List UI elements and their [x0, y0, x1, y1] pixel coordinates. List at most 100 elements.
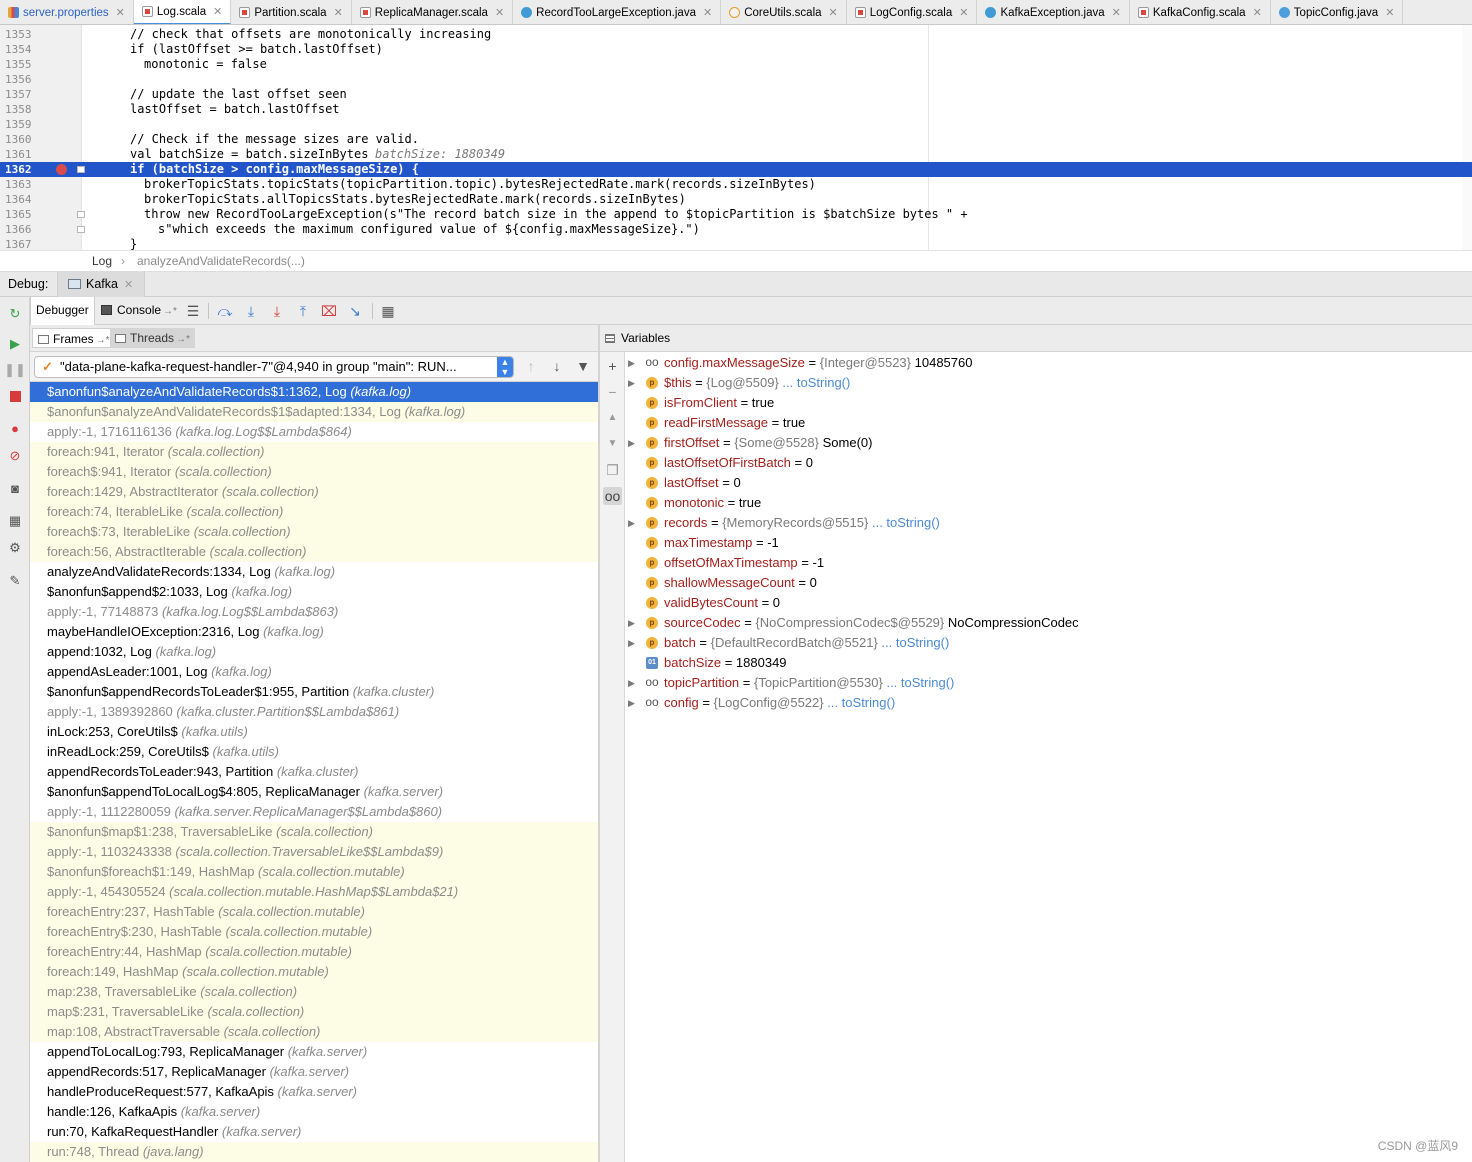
stack-frame[interactable]: $anonfun$appendToLocalLog$4:805, Replica… [30, 782, 600, 802]
code-text[interactable]: // Check if the message sizes are valid. [130, 132, 419, 147]
editor-tab[interactable]: TopicConfig.java ✕ [1271, 0, 1404, 24]
variable-row[interactable]: p readFirstMessage = true [625, 413, 1472, 433]
arrow-up-icon[interactable]: ↑ [522, 357, 540, 375]
line-number[interactable]: 1355 [5, 57, 35, 72]
code-text[interactable]: lastOffset = batch.lastOffset [130, 102, 340, 117]
pin-icon[interactable]: ✎ [6, 572, 24, 590]
line-number[interactable]: 1365 [5, 207, 35, 222]
watches-glasses-icon[interactable]: oo [603, 487, 622, 505]
stack-frame[interactable]: $anonfun$map$1:238, TraversableLike (sca… [30, 822, 600, 842]
stack-frame[interactable]: $anonfun$appendRecordsToLeader$1:955, Pa… [30, 682, 600, 702]
line-number[interactable]: 1362 [5, 162, 35, 177]
rerun-icon[interactable]: ↻ [6, 305, 24, 323]
close-icon[interactable]: ✕ [1385, 6, 1394, 19]
code-text[interactable]: throw new RecordTooLargeException(s"The … [144, 207, 968, 222]
expand-arrow-icon[interactable]: ▶ [628, 613, 638, 633]
tab-frames[interactable]: Frames →* [32, 328, 116, 348]
line-number[interactable]: 1360 [5, 132, 35, 147]
tostring-link[interactable]: ... toString() [886, 675, 954, 690]
expand-arrow-icon[interactable]: ▶ [628, 513, 638, 533]
camera-icon[interactable]: ◙ [6, 480, 24, 498]
mute-breakpoints-icon[interactable]: ⊘ [6, 447, 24, 465]
stack-frame[interactable]: $anonfun$analyzeAndValidateRecords$1$ada… [30, 402, 600, 422]
line-number[interactable]: 1364 [5, 192, 35, 207]
tab-threads[interactable]: Threads →* [110, 328, 195, 348]
pin-icon[interactable]: →* [163, 306, 177, 317]
step-into-icon[interactable]: ⤓ [242, 302, 260, 320]
stack-frame[interactable]: foreach$:941, Iterator (scala.collection… [30, 462, 600, 482]
close-icon[interactable]: ✕ [959, 6, 968, 19]
code-text[interactable]: } [130, 237, 137, 250]
breadcrumb-class[interactable]: Log [92, 251, 112, 272]
stack-frame[interactable]: appendToLocalLog:793, ReplicaManager (ka… [30, 1042, 600, 1062]
code-text[interactable]: // check that offsets are monotonically … [130, 27, 491, 42]
variable-row[interactable]: ▶ p records = {MemoryRecords@5515} ... toS… [625, 513, 1472, 533]
variable-row[interactable]: p offsetOfMaxTimestamp = -1 [625, 553, 1472, 573]
evaluate-expression-icon[interactable]: ▦ [379, 302, 397, 320]
line-number[interactable]: 1353 [5, 27, 35, 42]
tostring-link[interactable]: ... toString() [827, 695, 895, 710]
move-up-icon[interactable]: ▲ [603, 409, 622, 427]
pin-icon[interactable]: →* [176, 334, 190, 345]
line-number[interactable]: 1361 [5, 147, 35, 162]
force-step-into-icon[interactable]: ⤓ [268, 302, 286, 320]
stack-frame[interactable]: foreachEntry:237, HashTable (scala.colle… [30, 902, 600, 922]
expand-arrow-icon[interactable]: ▶ [628, 693, 638, 713]
fold-marker-icon[interactable] [77, 166, 85, 173]
line-number[interactable]: 1366 [5, 222, 35, 237]
editor-tab[interactable]: Partition.scala ✕ [231, 0, 352, 24]
code-text[interactable]: if (batchSize > config.maxMessageSize) { [130, 162, 419, 177]
stack-frame[interactable]: inLock:253, CoreUtils$ (kafka.utils) [30, 722, 600, 742]
stack-frame[interactable]: foreach:941, Iterator (scala.collection) [30, 442, 600, 462]
code-editor[interactable]: 1353 // check that offsets are monotonica… [0, 25, 1472, 250]
code-text[interactable]: if (lastOffset >= batch.lastOffset) [130, 42, 383, 57]
add-watch-icon[interactable]: + [603, 357, 622, 375]
copy-icon[interactable]: ❐ [603, 461, 622, 479]
tab-console[interactable]: Console →* [96, 297, 182, 325]
tostring-link[interactable]: ... toString() [872, 515, 940, 530]
variable-row[interactable]: p monotonic = true [625, 493, 1472, 513]
stack-frame[interactable]: handle:126, KafkaApis (kafka.server) [30, 1102, 600, 1122]
variable-row[interactable]: 01 batchSize = 1880349 [625, 653, 1472, 673]
breadcrumb-method[interactable]: analyzeAndValidateRecords(...) [137, 251, 305, 272]
expand-arrow-icon[interactable]: ▶ [628, 673, 638, 693]
editor-tab[interactable]: Log.scala ✕ [133, 0, 232, 24]
fold-marker-icon[interactable] [77, 226, 85, 233]
stack-frame[interactable]: foreachEntry:44, HashMap (scala.collecti… [30, 942, 600, 962]
stack-frame[interactable]: map:108, AbstractTraversable (scala.coll… [30, 1022, 600, 1042]
variable-row[interactable]: p validBytesCount = 0 [625, 593, 1472, 613]
pause-program-icon[interactable]: ❚❚ [4, 361, 26, 379]
stack-frame[interactable]: $anonfun$analyzeAndValidateRecords$1:136… [30, 382, 600, 402]
stack-frame[interactable]: appendAsLeader:1001, Log (kafka.log) [30, 662, 600, 682]
close-icon[interactable]: ✕ [829, 6, 838, 19]
filter-icon[interactable]: ▼ [574, 357, 592, 375]
variable-row[interactable]: ▶ p sourceCodec = {NoCompressionCodec$@552… [625, 613, 1472, 633]
close-icon[interactable]: ✕ [703, 6, 712, 19]
code-text[interactable]: brokerTopicStats.topicStats(topicPartiti… [144, 177, 816, 192]
stack-frame[interactable]: inReadLock:259, CoreUtils$ (kafka.utils) [30, 742, 600, 762]
editor-tab[interactable]: server.properties ✕ [0, 0, 134, 24]
stack-frame[interactable]: run:70, KafkaRequestHandler (kafka.serve… [30, 1122, 600, 1142]
stack-frame[interactable]: analyzeAndValidateRecords:1334, Log (kaf… [30, 562, 600, 582]
stack-frame[interactable]: apply:-1, 1112280059 (kafka.server.Repli… [30, 802, 600, 822]
stack-frame[interactable]: foreach:74, IterableLike (scala.collecti… [30, 502, 600, 522]
line-number[interactable]: 1367 [5, 237, 35, 250]
variable-row[interactable]: ▶ p firstOffset = {Some@5528} Some(0) [625, 433, 1472, 453]
stack-frame[interactable]: foreach:149, HashMap (scala.collection.m… [30, 962, 600, 982]
code-text[interactable]: val batchSize = batch.sizeInBytes [130, 147, 368, 162]
line-number[interactable]: 1354 [5, 42, 35, 57]
expand-arrow-icon[interactable]: ▶ [628, 353, 638, 373]
step-over-icon[interactable]: ⤼ [216, 302, 234, 320]
stack-frame[interactable]: foreach:1429, AbstractIterator (scala.co… [30, 482, 600, 502]
breakpoint-icon[interactable] [56, 164, 67, 175]
run-to-cursor-icon[interactable]: ↘ [346, 302, 364, 320]
fold-marker-icon[interactable] [77, 211, 85, 218]
variable-row[interactable]: ▶ oo config.maxMessageSize = {Integer@5523… [625, 353, 1472, 373]
line-number[interactable]: 1359 [5, 117, 35, 132]
editor-tab[interactable]: CoreUtils.scala ✕ [721, 0, 847, 24]
expand-arrow-icon[interactable]: ▶ [628, 433, 638, 453]
stack-frame[interactable]: map:238, TraversableLike (scala.collecti… [30, 982, 600, 1002]
variable-row[interactable]: p isFromClient = true [625, 393, 1472, 413]
variable-row[interactable]: ▶ p batch = {DefaultRecordBatch@5521} ... … [625, 633, 1472, 653]
stack-frame[interactable]: $anonfun$foreach$1:149, HashMap (scala.c… [30, 862, 600, 882]
